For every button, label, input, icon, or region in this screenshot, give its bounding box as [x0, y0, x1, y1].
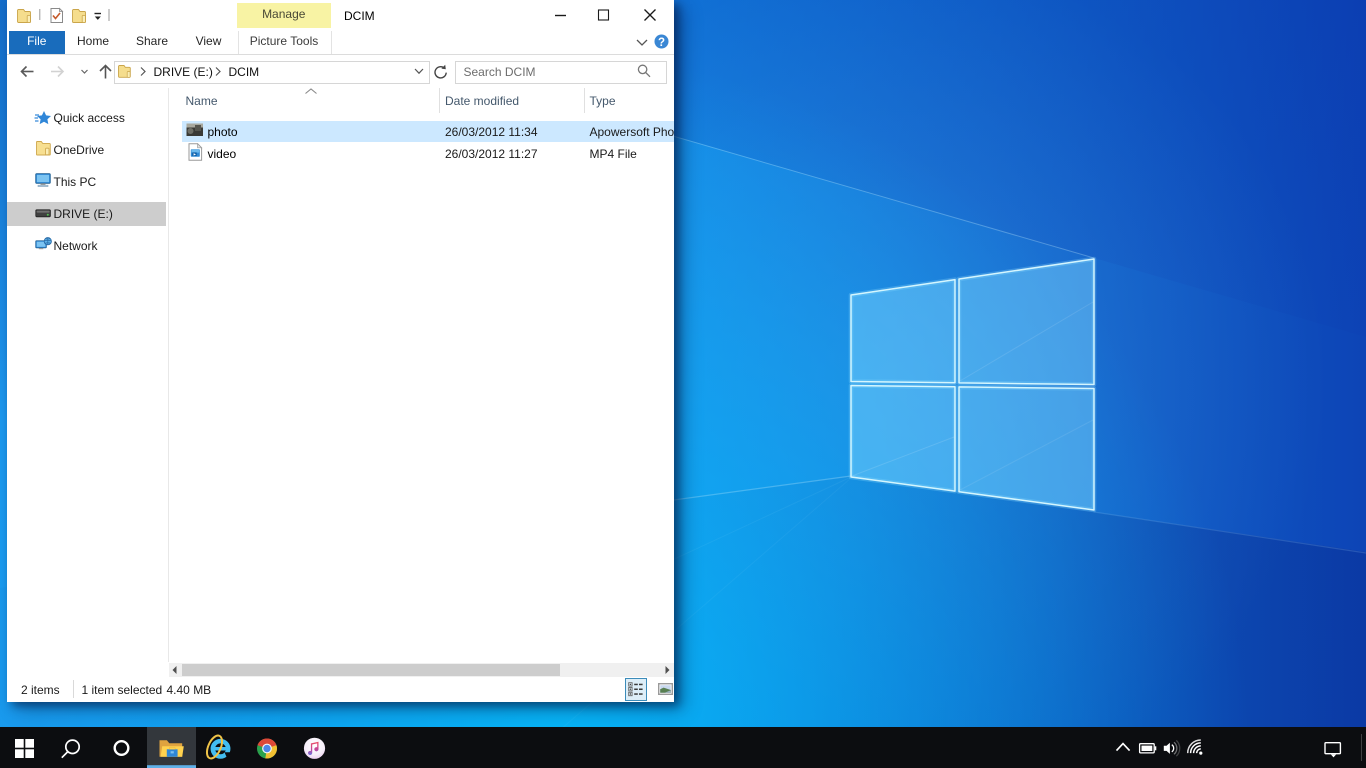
svg-text:?: ? — [658, 37, 665, 49]
